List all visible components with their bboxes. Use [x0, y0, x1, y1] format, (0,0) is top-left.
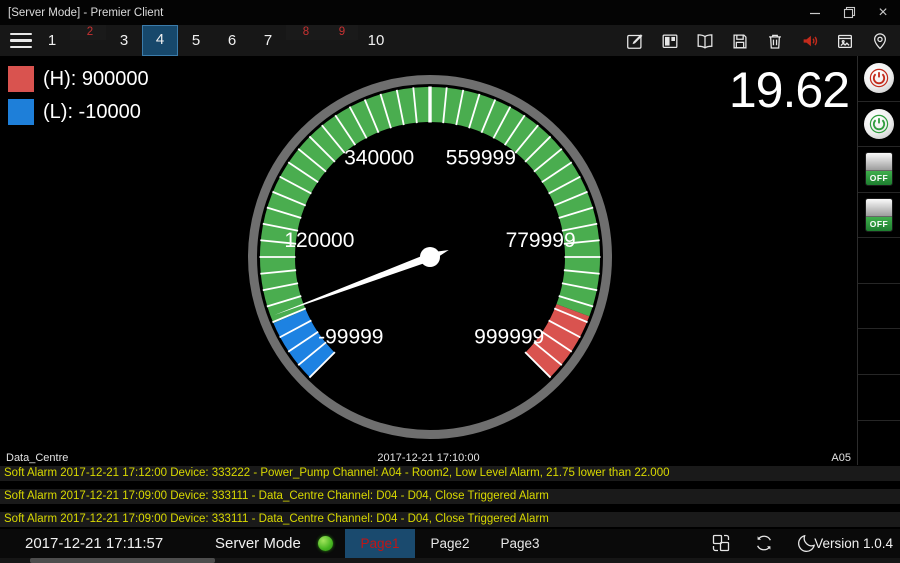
toggle-state-label: OFF: [866, 217, 892, 231]
channel-label: A05: [831, 452, 851, 464]
sidebar-cell-3: OFF: [858, 147, 900, 193]
speaker-icon[interactable]: [800, 31, 820, 51]
save-icon[interactable]: [730, 31, 750, 51]
alarm-list: Soft Alarm 2017-12-21 17:12:00 Device: 3…: [0, 465, 900, 530]
toggle-switch-1[interactable]: OFF: [865, 152, 893, 186]
high-limit-label: (H): 900000: [43, 68, 149, 91]
close-button[interactable]: ×: [866, 0, 900, 25]
gauge-tick-label: 999999: [474, 326, 544, 349]
alarm-row[interactable]: Soft Alarm 2017-12-21 17:12:00 Device: 3…: [0, 466, 900, 481]
tab-5[interactable]: 5: [178, 25, 214, 56]
title-bar: [Server Mode] - Premier Client ×: [0, 0, 900, 25]
trash-icon[interactable]: [765, 31, 785, 51]
tab-8[interactable]: 8: [286, 25, 322, 40]
server-mode-label: Server Mode: [215, 529, 301, 558]
gauge-tick-label: 120000: [284, 229, 354, 252]
archive-icon[interactable]: [835, 31, 855, 51]
window-swap-icon[interactable]: [710, 532, 732, 554]
gauge-tick-label: 779999: [506, 229, 576, 252]
tab-7[interactable]: 7: [250, 25, 286, 56]
scrollbar-thumb[interactable]: [30, 558, 215, 563]
page-tab-3[interactable]: Page3: [485, 529, 555, 558]
page-tab-1[interactable]: Page1: [345, 529, 415, 558]
control-sidebar: OFF OFF: [858, 56, 900, 465]
gauge-tick-label: 340000: [344, 147, 414, 170]
gauge-timestamp: 2017-12-21 17:10:00: [0, 452, 857, 464]
low-limit-label: (L): -10000: [43, 101, 141, 124]
gauge-panel: (H): 900000 (L): -10000 19.62 -99999 1200…: [0, 56, 858, 465]
power-red-button[interactable]: [864, 63, 894, 93]
window-title: [Server Mode] - Premier Client: [0, 7, 798, 19]
horizontal-scrollbar: [0, 558, 900, 563]
version-label: Version 1.0.4: [814, 529, 893, 558]
gauge-normal-zone: [278, 105, 583, 317]
tab-9[interactable]: 9: [322, 25, 358, 40]
toolbar: 1 2 3 4 5 6 7 8 9 10: [0, 25, 900, 56]
current-value: 19.62: [729, 64, 849, 117]
layout-icon[interactable]: [660, 31, 680, 51]
page-tab-2[interactable]: Page2: [415, 529, 485, 558]
power-green-button[interactable]: [864, 109, 894, 139]
menu-icon[interactable]: [10, 33, 32, 49]
status-led: [318, 536, 333, 551]
alarm-row[interactable]: Soft Alarm 2017-12-21 17:09:00 Device: 3…: [0, 489, 900, 504]
sync-icon[interactable]: [753, 532, 775, 554]
power-icon: [869, 114, 889, 134]
sidebar-cell-4: OFF: [858, 193, 900, 239]
status-bar: 2017-12-21 17:11:57 Server Mode Page1 Pa…: [0, 529, 900, 558]
legend-low: (L): -10000: [8, 97, 149, 127]
alarm-row[interactable]: Soft Alarm 2017-12-21 17:09:00 Device: 3…: [0, 512, 900, 527]
location-icon[interactable]: [870, 31, 890, 51]
gauge-hub: [420, 247, 440, 267]
panel-info-row: Data_Centre 2017-12-21 17:10:00 A05: [0, 450, 857, 464]
minimize-icon: [809, 7, 821, 19]
sidebar-cell-8: [858, 375, 900, 421]
tab-10[interactable]: 10: [358, 25, 394, 56]
tab-6[interactable]: 6: [214, 25, 250, 56]
toggle-rocker: [866, 153, 892, 171]
sidebar-cell-1: [858, 56, 900, 102]
high-limit-swatch: [8, 66, 34, 92]
gauge-tick-label: 559999: [446, 147, 516, 170]
edit-icon[interactable]: [625, 31, 645, 51]
minimize-button[interactable]: [798, 0, 832, 25]
sidebar-cell-5: [858, 238, 900, 284]
legend-high: (H): 900000: [8, 64, 149, 94]
status-clock: 2017-12-21 17:11:57: [25, 529, 163, 558]
tab-2[interactable]: 2: [70, 25, 106, 40]
toggle-switch-2[interactable]: OFF: [865, 198, 893, 232]
tab-3[interactable]: 3: [106, 25, 142, 56]
tab-4[interactable]: 4: [142, 25, 178, 56]
low-limit-swatch: [8, 99, 34, 125]
sidebar-cell-2: [858, 102, 900, 148]
maximize-button[interactable]: [832, 0, 866, 25]
toolbar-actions: [625, 31, 900, 51]
status-actions: [710, 532, 818, 554]
tab-1[interactable]: 1: [34, 25, 70, 56]
sidebar-cell-9: [858, 421, 900, 466]
sidebar-cell-6: [858, 284, 900, 330]
screen-tabs: 1 2 3 4 5 6 7 8 9 10: [34, 25, 394, 56]
restore-icon: [843, 6, 856, 19]
toggle-state-label: OFF: [866, 171, 892, 185]
toggle-rocker: [866, 199, 892, 217]
gauge-tick-label: -99999: [318, 326, 383, 349]
page-tabs: Page1 Page2 Page3: [345, 529, 555, 558]
gauge-legend: (H): 900000 (L): -10000: [8, 64, 149, 130]
book-icon[interactable]: [695, 31, 715, 51]
sidebar-cell-7: [858, 329, 900, 375]
power-icon: [869, 68, 889, 88]
